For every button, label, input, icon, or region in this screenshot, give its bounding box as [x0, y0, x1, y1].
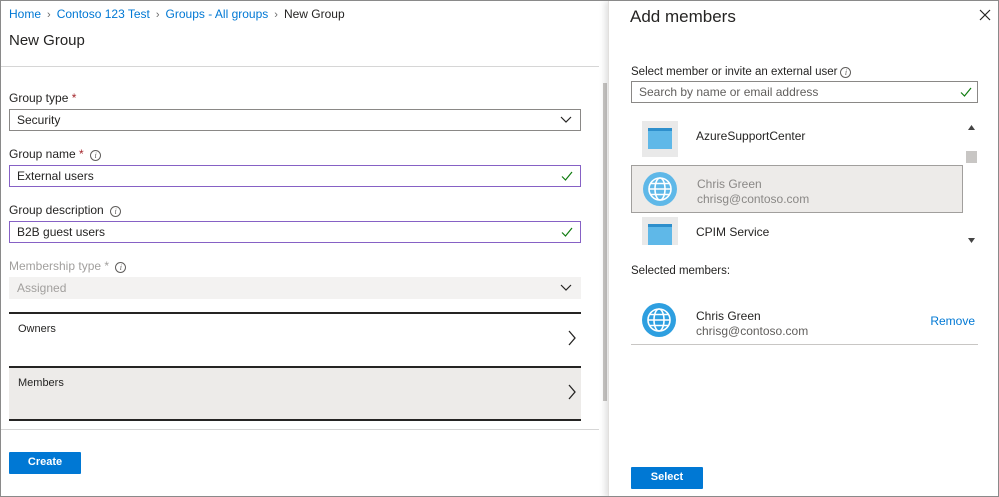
info-icon[interactable]: i [840, 67, 852, 78]
search-label-text: Select member or invite an external user [631, 66, 838, 78]
selected-members-label: Selected members: [631, 265, 731, 277]
owners-label: Owners [18, 323, 56, 335]
result-email: chrisg@contoso.com [697, 192, 810, 206]
info-icon[interactable]: i [115, 262, 127, 273]
window-frame: Home › Contoso 123 Test › Groups - All group… [0, 0, 999, 497]
chevron-right-icon: › [47, 9, 51, 21]
group-description-label: Group description i [9, 203, 122, 217]
app-icon [642, 121, 678, 157]
checkmark-icon [561, 171, 573, 181]
breadcrumb-all-groups[interactable]: Groups - All groups [166, 7, 269, 21]
panel-title: Add members [630, 7, 736, 26]
globe-icon [642, 303, 676, 337]
globe-icon [643, 172, 677, 206]
breadcrumb-current: New Group [283, 7, 345, 21]
close-icon[interactable] [979, 9, 991, 21]
divider [1, 429, 599, 430]
result-item-selected[interactable]: Chris Green chrisg@contoso.com [631, 165, 963, 213]
breadcrumb: Home › Contoso 123 Test › Groups - All group… [9, 7, 345, 23]
selected-member-name: Chris Green [696, 309, 761, 323]
chevron-right-icon [568, 384, 576, 400]
create-button[interactable]: Create [9, 452, 81, 474]
required-mark: * [71, 91, 77, 105]
results-scrollbar[interactable] [965, 123, 978, 245]
app-icon [642, 217, 678, 245]
chevron-down-icon [560, 116, 572, 123]
chevron-down-icon [560, 284, 572, 291]
result-item[interactable]: AzureSupportCenter [631, 119, 963, 167]
scroll-up-icon[interactable] [967, 123, 976, 132]
membership-type-label: Membership type * i [9, 259, 127, 273]
chevron-right-icon: › [155, 9, 160, 21]
add-members-panel: Add members Select member or invite an e… [608, 1, 998, 496]
chevron-right-icon [568, 330, 576, 346]
scrollbar-thumb[interactable] [966, 151, 977, 163]
scroll-down-icon[interactable] [967, 236, 976, 245]
result-name: Chris Green [697, 177, 762, 191]
group-name-input[interactable]: External users [9, 165, 581, 187]
breadcrumb-tenant[interactable]: Contoso 123 Test [57, 7, 150, 21]
group-description-value: B2B guest users [17, 225, 106, 239]
search-results-list: AzureSupportCenter Chris Green chrisg@co… [631, 119, 963, 245]
group-name-label: Group name * i [9, 147, 102, 161]
members-label: Members [18, 377, 64, 389]
info-icon[interactable]: i [110, 206, 122, 217]
chevron-right-icon: › [274, 9, 278, 21]
group-description-input[interactable]: B2B guest users [9, 221, 581, 243]
page-title: New Group [9, 32, 85, 49]
group-name-value: External users [17, 169, 94, 183]
required-mark: * [79, 147, 84, 161]
owners-nav-row[interactable]: Owners [9, 312, 581, 367]
checkmark-icon [561, 227, 573, 237]
checkmark-icon [960, 87, 972, 97]
required-mark: * [104, 259, 110, 273]
group-name-label-text: Group name [9, 147, 76, 161]
membership-type-label-text: Membership type [9, 259, 102, 273]
members-nav-row[interactable]: Members [9, 366, 581, 421]
membership-type-value: Assigned [17, 281, 67, 295]
scrollbar[interactable] [603, 83, 607, 401]
search-label: Select member or invite an external user… [631, 66, 852, 78]
select-button[interactable]: Select [631, 467, 703, 489]
group-type-label: Group type * [9, 91, 76, 105]
group-description-label-text: Group description [9, 203, 104, 217]
result-item[interactable]: CPIM Service [631, 215, 963, 245]
membership-type-select: Assigned [9, 277, 581, 299]
divider [1, 66, 599, 67]
selected-member-email: chrisg@contoso.com [696, 324, 809, 338]
search-placeholder: Search by name or email address [639, 85, 819, 99]
info-icon[interactable]: i [90, 150, 102, 161]
group-type-select[interactable]: Security [9, 109, 581, 131]
new-group-blade: Home › Contoso 123 Test › Groups - All group… [1, 1, 608, 496]
selected-member-item: Chris Green chrisg@contoso.com Remove [631, 297, 978, 345]
breadcrumb-home[interactable]: Home [9, 7, 41, 21]
result-name: AzureSupportCenter [696, 129, 806, 143]
remove-link[interactable]: Remove [930, 314, 975, 328]
group-type-value: Security [17, 113, 61, 127]
result-name: CPIM Service [696, 225, 770, 239]
search-input[interactable]: Search by name or email address [631, 81, 978, 103]
group-type-label-text: Group type [9, 91, 69, 105]
